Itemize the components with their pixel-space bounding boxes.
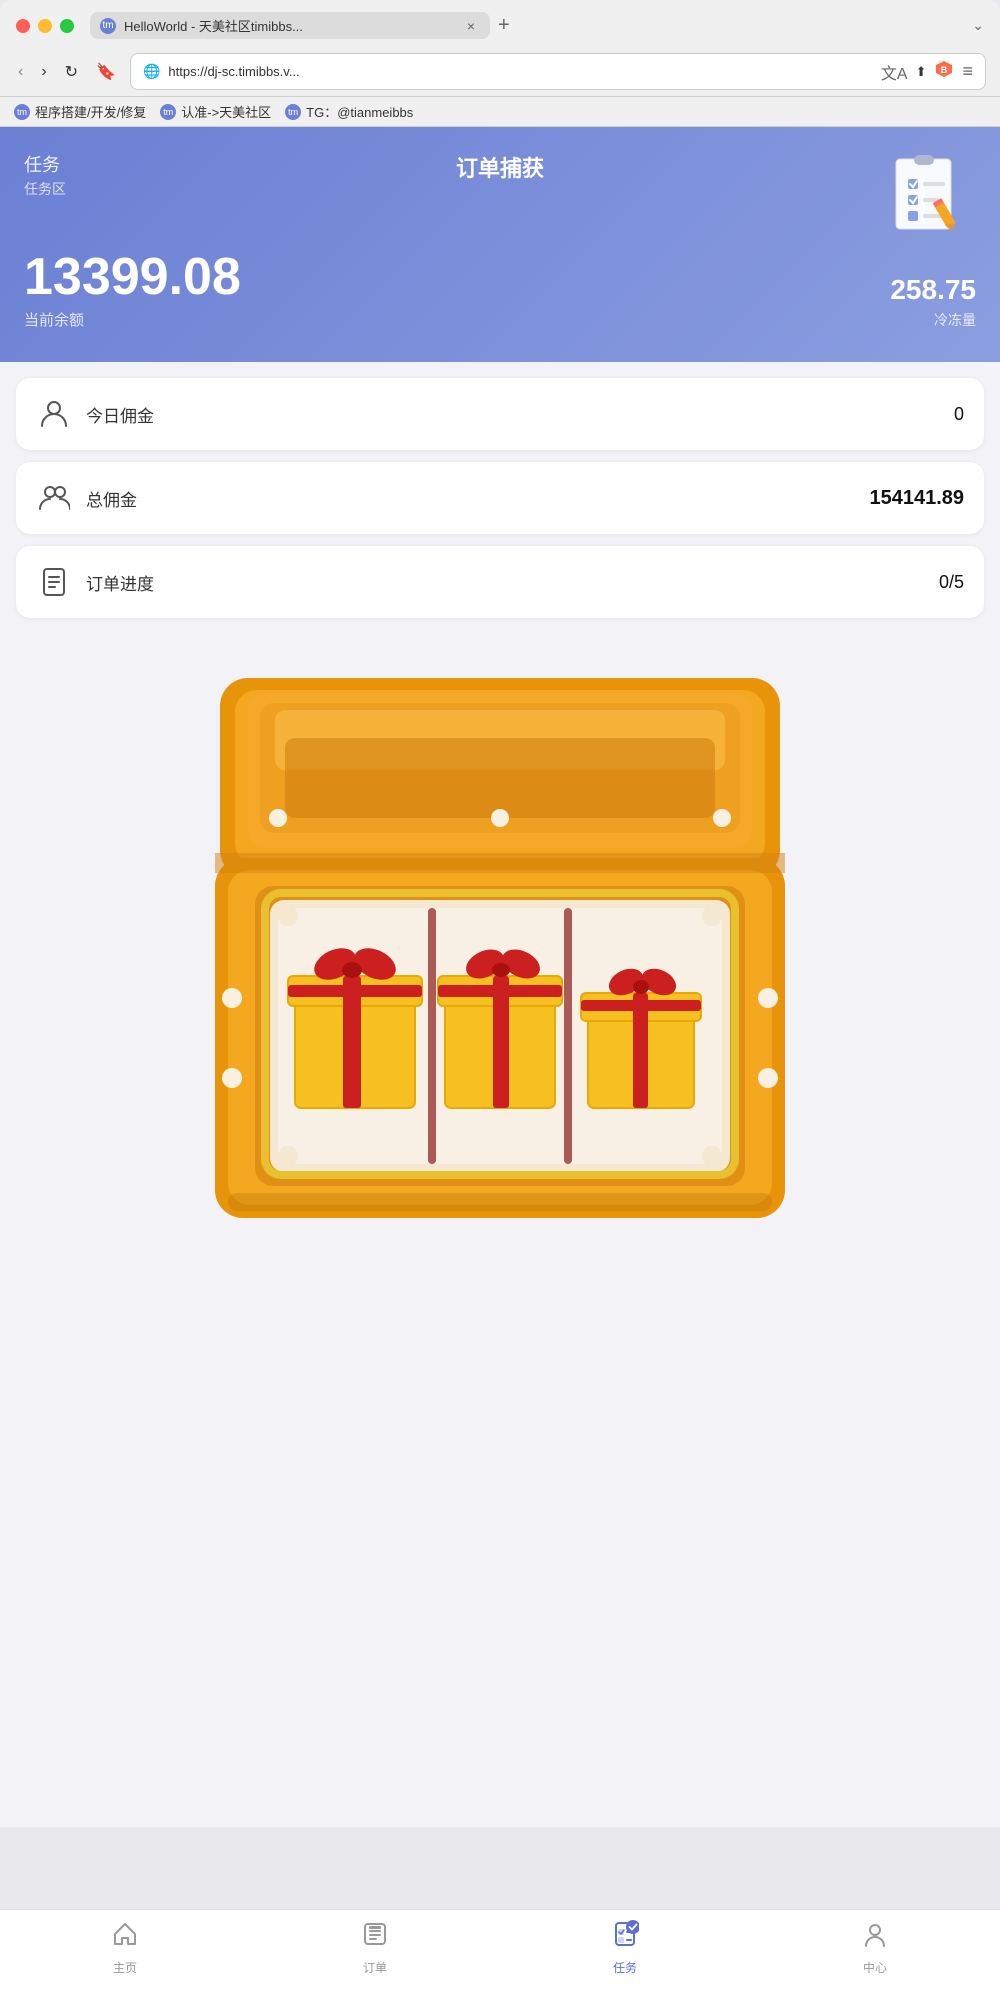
refresh-button[interactable]: ↻	[61, 60, 82, 84]
center-icon	[861, 1920, 889, 1955]
task-icon	[611, 1920, 639, 1955]
svg-text:B: B	[941, 65, 948, 75]
title-bar: tm HelloWorld - 天美社区timibbs... × + ⌄	[0, 0, 1000, 47]
nav-task[interactable]: 任务	[585, 1920, 665, 1976]
url-text: https://dj-sc.timibbs.v...	[168, 64, 872, 79]
nav-center[interactable]: 中心	[835, 1920, 915, 1976]
persons-icon	[36, 480, 72, 516]
tab-favicon: tm	[100, 18, 116, 34]
bookmark-label-2: 认准->天美社区	[181, 102, 271, 121]
card-left-3: 订单进度	[36, 564, 154, 600]
nav-center-label: 中心	[863, 1959, 887, 1976]
gift-box-section	[0, 618, 1000, 1298]
menu-icon[interactable]: ≡	[962, 61, 973, 82]
bottom-navigation: 主页 订单	[0, 1909, 1000, 1992]
bookmarks-bar: tm 程序搭建/开发/修复 tm 认准->天美社区 tm TG：@tianmei…	[0, 97, 1000, 127]
total-commission-value: 154141.89	[869, 487, 964, 510]
header-banner: 任务 任务区 订单捕获	[0, 127, 1000, 362]
balance-label: 当前余额	[24, 309, 241, 330]
home-icon	[111, 1920, 139, 1955]
translate-icon[interactable]: 文A	[881, 60, 908, 84]
order-progress-value: 0/5	[939, 572, 964, 593]
cards-section: 今日佣金 0 总佣金 154141.89	[0, 362, 1000, 618]
tab-close-button[interactable]: ×	[462, 17, 480, 35]
frozen-section: 258.75 冷冻量	[890, 274, 976, 330]
frozen-label: 冷冻量	[890, 310, 976, 330]
task-subtitle: 任务区	[24, 179, 66, 199]
nav-home-label: 主页	[113, 1959, 137, 1976]
bookmark-label-3: TG：@tianmeibbs	[306, 102, 413, 121]
order-progress-label: 订单进度	[86, 570, 154, 595]
person-icon	[36, 396, 72, 432]
header-top: 任务 任务区 订单捕获	[24, 151, 976, 231]
bookmark-item-3[interactable]: tm TG：@tianmeibbs	[285, 102, 413, 121]
forward-button[interactable]: ›	[37, 61, 50, 83]
minimize-window-button[interactable]	[38, 19, 52, 33]
new-tab-button[interactable]: +	[498, 14, 510, 37]
nav-order-label: 订单	[363, 1959, 387, 1976]
traffic-lights	[16, 19, 74, 33]
url-bar[interactable]: 🌐 https://dj-sc.timibbs.v... 文A ⬆ B ≡	[130, 53, 986, 90]
app-content: 任务 任务区 订单捕获	[0, 127, 1000, 1827]
bookmark-favicon-3: tm	[285, 104, 301, 120]
header-title: 订单捕获	[456, 151, 544, 183]
total-commission-card[interactable]: 总佣金 154141.89	[16, 462, 984, 534]
active-tab[interactable]: tm HelloWorld - 天美社区timibbs... ×	[90, 12, 490, 39]
browser-window: tm HelloWorld - 天美社区timibbs... × + ⌄ ‹ ›…	[0, 0, 1000, 127]
nav-home[interactable]: 主页	[85, 1920, 165, 1976]
nav-task-label: 任务	[613, 1959, 637, 1976]
card-left-1: 今日佣金	[36, 396, 154, 432]
task-label: 任务	[24, 151, 66, 177]
frozen-amount: 258.75	[890, 274, 976, 306]
today-commission-label: 今日佣金	[86, 402, 154, 427]
bookmark-label-1: 程序搭建/开发/修复	[35, 102, 146, 121]
tab-list-button[interactable]: ⌄	[972, 17, 984, 34]
tab-title: HelloWorld - 天美社区timibbs...	[124, 16, 454, 35]
nav-order[interactable]: 订单	[335, 1920, 415, 1976]
navigation-bar: ‹ › ↻ 🔖 🌐 https://dj-sc.timibbs.v... 文A …	[0, 47, 1000, 97]
order-icon	[361, 1920, 389, 1955]
close-window-button[interactable]	[16, 19, 30, 33]
bookmark-item-2[interactable]: tm 认准->天美社区	[160, 102, 271, 121]
balance-amount: 13399.08	[24, 251, 241, 303]
gift-box-illustration	[160, 638, 840, 1278]
today-commission-card[interactable]: 今日佣金 0	[16, 378, 984, 450]
header-center: 订单捕获	[456, 151, 544, 183]
bookmark-favicon-2: tm	[160, 104, 176, 120]
bookmark-item-1[interactable]: tm 程序搭建/开发/修复	[14, 102, 146, 121]
header-illustration	[886, 151, 976, 231]
share-icon[interactable]: ⬆	[916, 64, 927, 80]
maximize-window-button[interactable]	[60, 19, 74, 33]
bookmark-button[interactable]: 🔖	[92, 60, 120, 84]
balance-row: 13399.08 当前余额 258.75 冷冻量	[24, 251, 976, 330]
bookmark-favicon-1: tm	[14, 104, 30, 120]
security-icon: 🌐	[143, 63, 160, 80]
clipboard-svg	[886, 151, 976, 236]
today-commission-value: 0	[954, 404, 964, 425]
brave-icon: B	[934, 59, 954, 84]
order-progress-card[interactable]: 订单进度 0/5	[16, 546, 984, 618]
card-left-2: 总佣金	[36, 480, 137, 516]
header-left: 任务 任务区	[24, 151, 66, 199]
total-commission-label: 总佣金	[86, 486, 137, 511]
balance-section: 13399.08 当前余额	[24, 251, 241, 330]
back-button[interactable]: ‹	[14, 61, 27, 83]
document-icon	[36, 564, 72, 600]
